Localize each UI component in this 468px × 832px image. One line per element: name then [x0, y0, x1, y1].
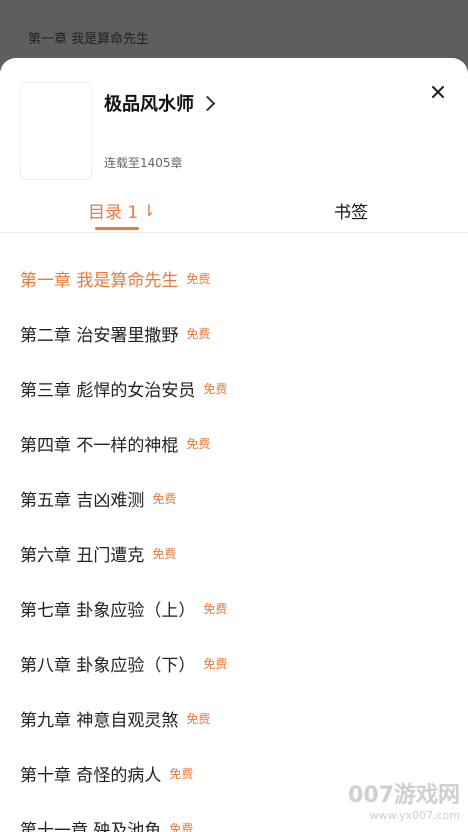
free-tag: 免费	[186, 271, 211, 286]
free-tag: 免费	[152, 491, 177, 506]
chapter-item[interactable]: 第十一章 殃及池鱼 免费	[20, 808, 193, 832]
chapter-item[interactable]: 第二章 治安署里撒野 免费	[20, 313, 210, 353]
close-button[interactable]	[424, 78, 452, 106]
chapter-title: 第二章 治安署里撒野	[20, 325, 179, 346]
free-tag: 免费	[186, 711, 211, 726]
site-watermark: 007游戏网 www.yx007.com	[348, 777, 460, 822]
catalog-sheet: 极品风水师 连载至1405章 目录 1 ⇂ 书签 第一章 我是算命先生 免费 第…	[0, 58, 468, 832]
chapter-title: 第七章 卦象应验（上）	[20, 600, 196, 621]
book-title: 极品风水师	[104, 94, 194, 115]
chapter-title: 第五章 吉凶难测	[20, 490, 145, 511]
watermark-brand: 007游戏网	[348, 783, 460, 808]
free-tag: 免费	[169, 766, 194, 781]
chevron-right-icon	[199, 95, 216, 111]
chapter-item[interactable]: 第九章 神意自观灵煞 免费	[20, 698, 210, 738]
tab-toc[interactable]: 目录 1 ⇂	[88, 198, 156, 223]
chapter-item[interactable]: 第六章 丑门遭克 免费	[20, 533, 176, 573]
tab-active-indicator	[95, 227, 139, 230]
chapter-item[interactable]: 第八章 卦象应验（下） 免费	[20, 643, 227, 683]
free-tag: 免费	[203, 601, 228, 616]
serial-status: 连载至1405章	[104, 156, 183, 170]
reader-chapter-title: 第一章 我是算命先生	[28, 32, 150, 47]
chapter-item[interactable]: 第四章 不一样的神棍 免费	[20, 423, 210, 463]
chapter-title: 第十一章 殃及池鱼	[20, 820, 162, 832]
chapter-title: 第一章 我是算命先生	[20, 270, 179, 291]
chapter-item[interactable]: 第五章 吉凶难测 免费	[20, 478, 176, 518]
free-tag: 免费	[186, 326, 211, 341]
chapter-title: 第四章 不一样的神棍	[20, 435, 179, 456]
catalog-tabs: 目录 1 ⇂ 书签	[0, 196, 468, 233]
chapter-item[interactable]: 第三章 彪悍的女治安员 免费	[20, 368, 227, 408]
tab-bookmarks[interactable]: 书签	[334, 198, 368, 223]
chapter-title: 第十章 奇怪的病人	[20, 765, 162, 786]
close-icon	[432, 86, 444, 98]
chapter-item[interactable]: 第十章 奇怪的病人 免费	[20, 753, 193, 793]
free-tag: 免费	[203, 656, 228, 671]
chapter-title: 第三章 彪悍的女治安员	[20, 380, 196, 401]
watermark-url: www.yx007.com	[369, 809, 460, 822]
free-tag: 免费	[203, 381, 228, 396]
chapter-item[interactable]: 第七章 卦象应验（上） 免费	[20, 588, 227, 628]
free-tag: 免费	[186, 436, 211, 451]
free-tag: 免费	[169, 821, 194, 832]
book-cover	[20, 82, 92, 180]
free-tag: 免费	[152, 546, 177, 561]
chapter-title: 第六章 丑门遭克	[20, 545, 145, 566]
chapter-item[interactable]: 第一章 我是算命先生 免费	[20, 258, 210, 298]
chapter-title: 第八章 卦象应验（下）	[20, 655, 196, 676]
chapter-title: 第九章 神意自观灵煞	[20, 710, 179, 731]
book-title-link[interactable]: 极品风水师	[104, 90, 216, 116]
tab-toc-label: 目录 1	[88, 203, 139, 223]
sort-icon[interactable]: ⇂	[142, 201, 155, 220]
